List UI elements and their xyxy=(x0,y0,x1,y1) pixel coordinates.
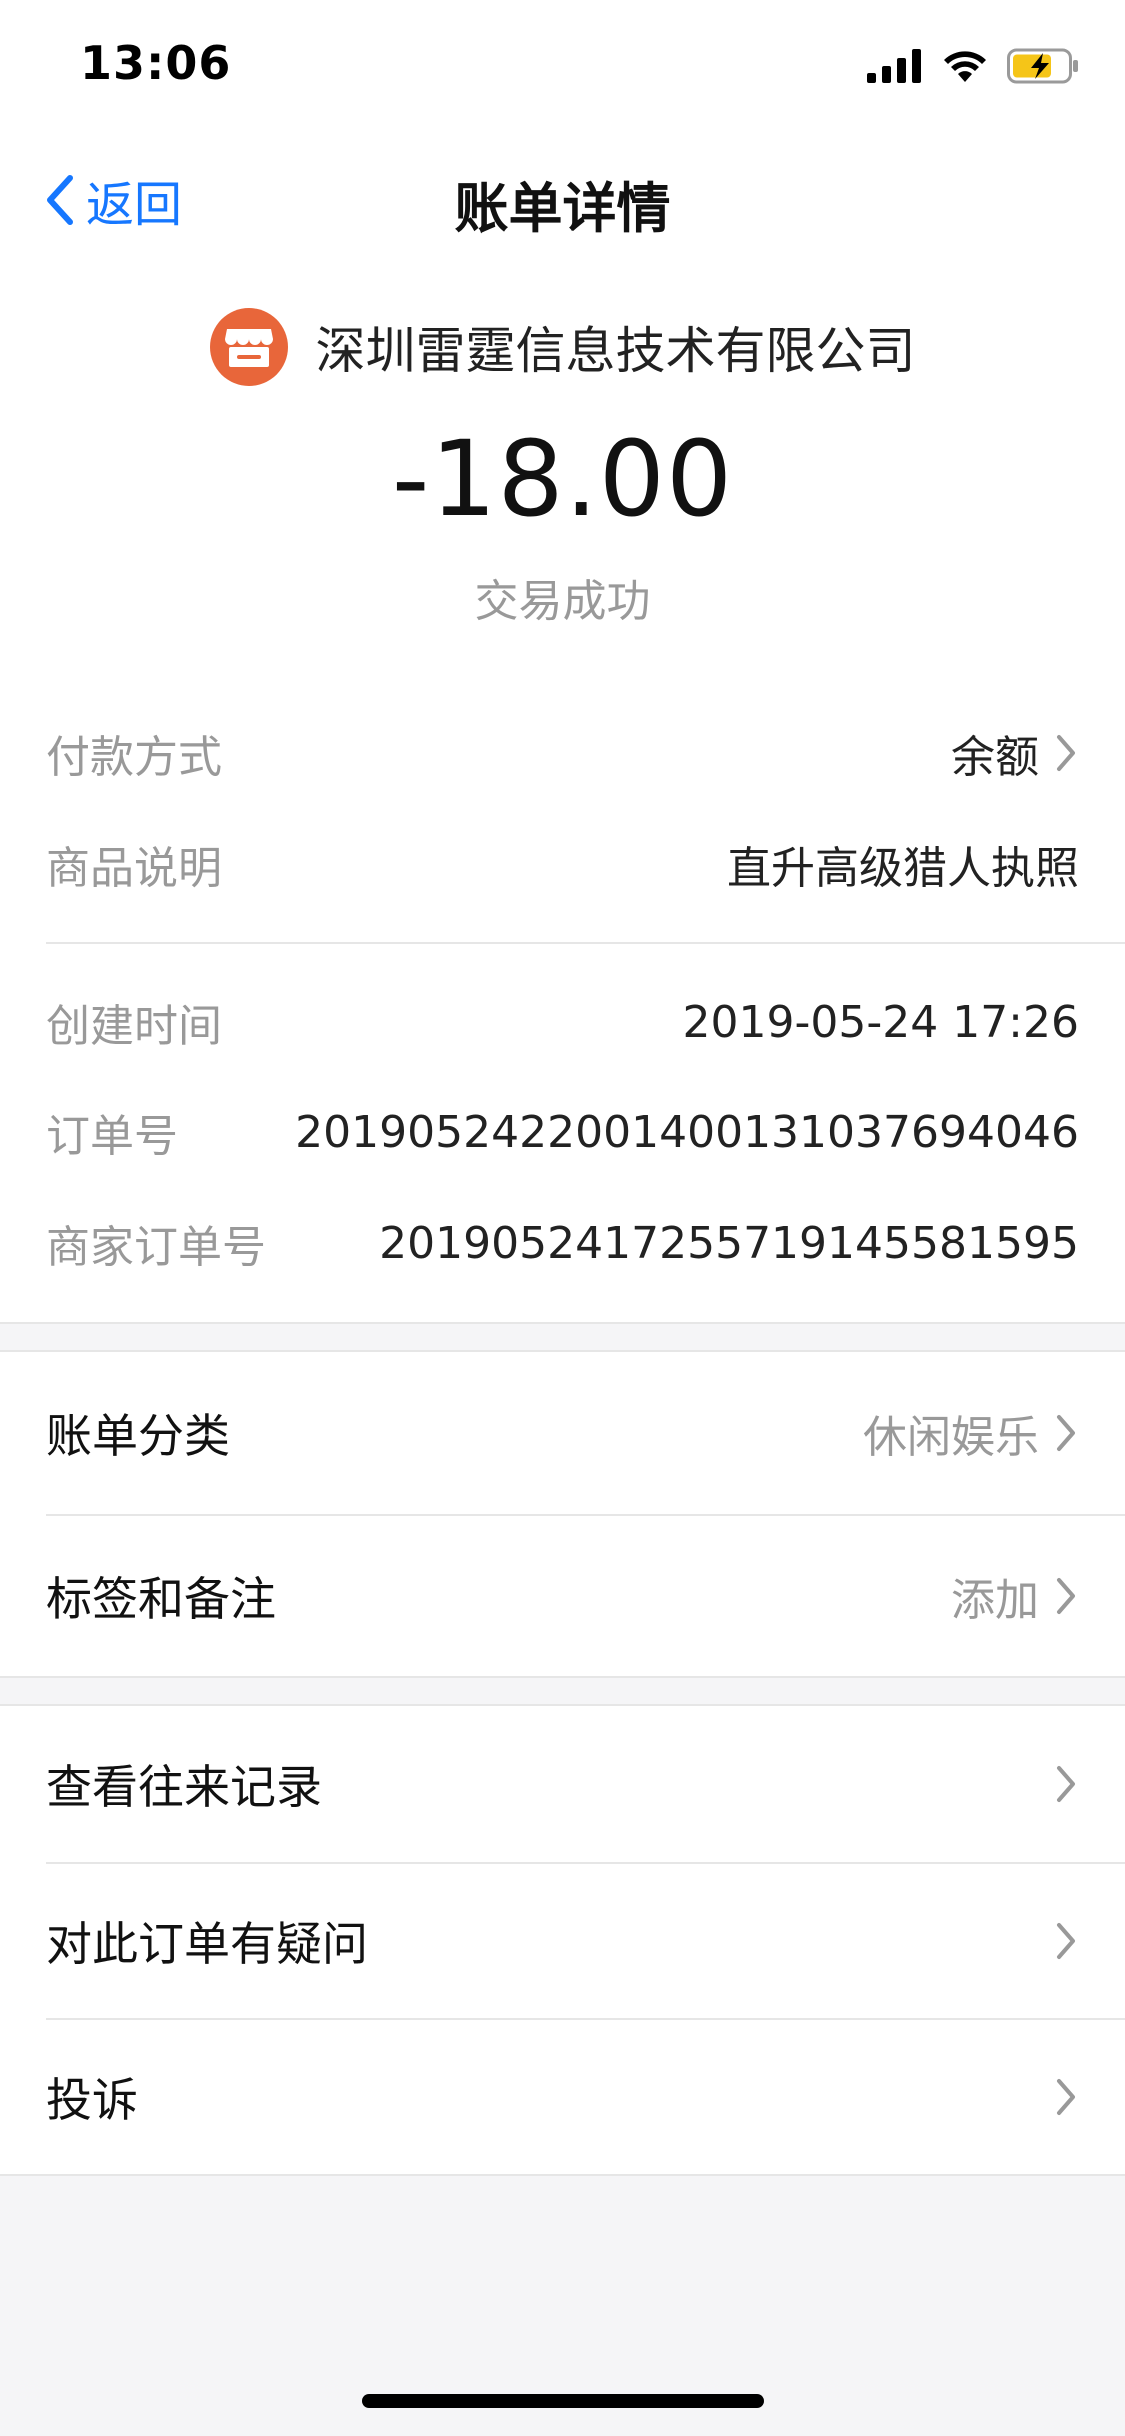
section-gap xyxy=(0,1324,1125,1352)
menu-label: 对此订单有疑问 xyxy=(46,1917,368,1971)
transaction-history-row[interactable]: 查看往来记录 xyxy=(46,1706,1079,1862)
complaint-row[interactable]: 投诉 xyxy=(46,2020,1079,2174)
chevron-right-icon xyxy=(1057,735,1075,771)
bill-category-value: 休闲娱乐 xyxy=(863,1412,1039,1463)
merchant-name: 深圳雷霆信息技术有限公司 xyxy=(315,322,916,380)
order-number-value: 20190524220014001310376​94046 xyxy=(295,1106,1079,1158)
divider xyxy=(0,2174,1125,2176)
detail-label: 商家订单号 xyxy=(46,1222,266,1273)
menu-label: 账单分类 xyxy=(46,1409,230,1463)
merchant-order-number-value: 2019052417255719145581595 xyxy=(379,1217,1079,1269)
wifi-icon xyxy=(944,51,986,82)
battery-charging-icon xyxy=(1007,48,1078,84)
tags-notes-row[interactable]: 标签和备注 添加 xyxy=(46,1516,1079,1676)
chevron-right-icon xyxy=(1057,1766,1075,1802)
signal-icon xyxy=(867,49,921,83)
transaction-amount: -18.00 xyxy=(391,418,734,540)
home-indicator[interactable] xyxy=(362,2394,764,2408)
store-icon xyxy=(209,308,288,386)
chevron-right-icon xyxy=(1057,2079,1075,2115)
payment-method-value: 余额 xyxy=(951,732,1039,783)
chevron-right-icon xyxy=(1057,1578,1075,1614)
add-tag-value: 添加 xyxy=(951,1575,1039,1626)
page-title: 账单详情 xyxy=(454,177,671,240)
transaction-status: 交易成功 xyxy=(474,576,651,627)
status-time: 13:06 xyxy=(80,36,232,90)
created-time-value: 2019-05-24 17:26 xyxy=(682,996,1080,1048)
created-time-row: 创建时间 2019-05-24 17:26 xyxy=(46,987,1079,1057)
product-description-value: 直升高级猎人执照 xyxy=(727,843,1079,894)
merchant-header: 深圳雷霆信息技术有限公司 xyxy=(0,308,1125,386)
chevron-right-icon xyxy=(1057,1923,1075,1959)
menu-label: 投诉 xyxy=(46,2073,138,2127)
menu-right: 添加 xyxy=(951,1564,1079,1628)
product-description-row: 商品说明 直升高级猎人执照 xyxy=(46,829,1079,899)
menu-label: 查看往来记录 xyxy=(46,1760,322,1814)
chevron-right-icon xyxy=(1057,1415,1075,1451)
detail-label: 商品说明 xyxy=(46,843,222,894)
section-gap xyxy=(0,1678,1125,1706)
order-question-row[interactable]: 对此订单有疑问 xyxy=(46,1864,1079,2018)
menu-label: 标签和备注 xyxy=(46,1572,276,1626)
menu-right: 休闲娱乐 xyxy=(863,1401,1079,1465)
divider xyxy=(46,942,1125,944)
detail-value: 余额 xyxy=(951,721,1079,785)
bill-category-row[interactable]: 账单分类 休闲娱乐 xyxy=(46,1352,1079,1514)
order-number-row: 订单号 20190524220014001310376​94046 xyxy=(46,1097,1079,1167)
merchant-order-number-row: 商家订单号 2019052417255719145581595 xyxy=(46,1208,1079,1278)
status-icons xyxy=(867,46,1081,86)
screen: 13:06 返回 账单详情 深圳雷霆信息技术有限公司 -18.00 交易成功 付… xyxy=(0,0,1125,2436)
detail-label: 创建时间 xyxy=(46,1001,222,1052)
detail-label: 订单号 xyxy=(46,1111,178,1162)
payment-method-row[interactable]: 付款方式 余额 xyxy=(46,718,1079,788)
detail-label: 付款方式 xyxy=(46,732,222,783)
